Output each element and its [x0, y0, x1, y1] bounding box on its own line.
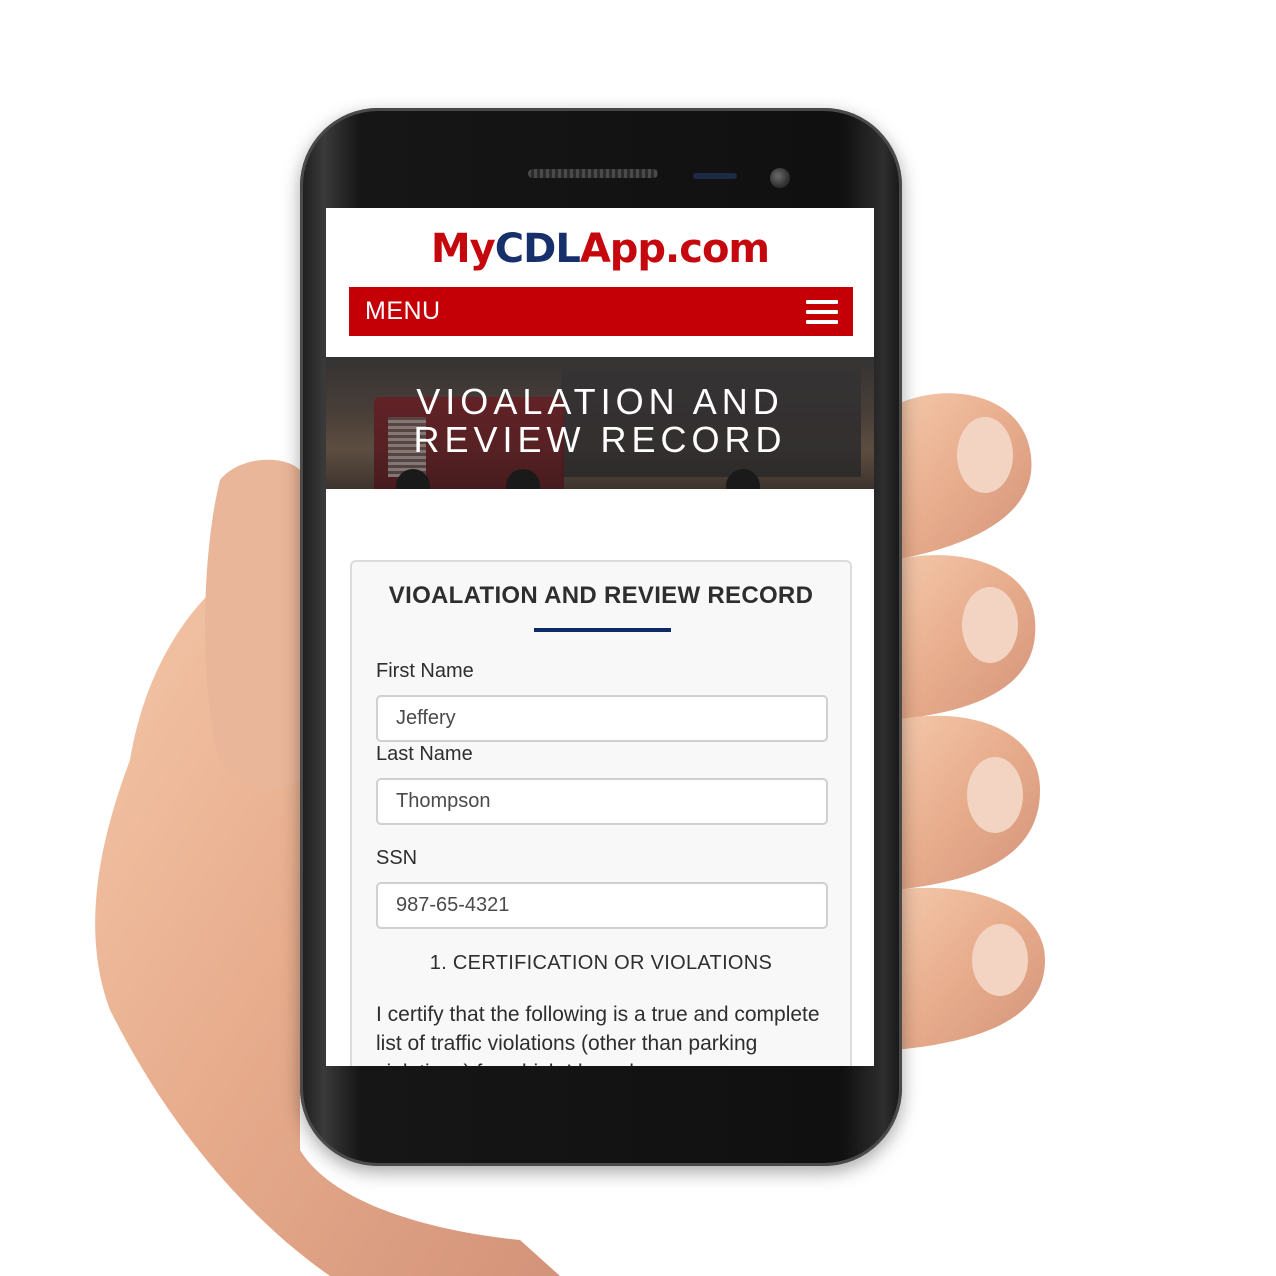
- speaker-grille: [528, 169, 658, 178]
- logo-part-cdl: CDL: [494, 226, 581, 272]
- hamburger-icon[interactable]: [806, 299, 838, 324]
- form-title: VIOALATION AND REVIEW RECORD: [388, 582, 814, 609]
- hero-title-line2: REVIEW RECORD: [413, 419, 787, 460]
- first-name-input[interactable]: [376, 695, 828, 742]
- logo-part-my: My: [430, 226, 496, 272]
- hero-banner: VIOALATION AND REVIEW RECORD: [326, 357, 874, 489]
- menu-label: MENU: [365, 297, 441, 325]
- title-underline: [534, 628, 671, 632]
- last-name-input[interactable]: [376, 778, 828, 825]
- hero-title-line1: VIOALATION AND: [416, 381, 784, 422]
- last-name-label: Last Name: [376, 743, 473, 765]
- section-heading: 1. CERTIFICATION OR VIOLATIONS: [429, 952, 773, 974]
- logo-part-app: App.com: [579, 226, 770, 272]
- front-camera: [770, 168, 790, 188]
- menu-bar[interactable]: MENU: [349, 287, 853, 336]
- certification-text: I certify that the following is a true a…: [376, 1003, 820, 1066]
- proximity-sensor: [693, 173, 737, 179]
- first-name-label: First Name: [376, 660, 474, 682]
- hero-title: VIOALATION AND REVIEW RECORD: [326, 383, 874, 459]
- ssn-label: SSN: [376, 847, 418, 869]
- phone-screen: MyCDLApp.com MENU VIOALATION AND REVIEW …: [326, 208, 874, 1066]
- site-logo[interactable]: MyCDLApp.com: [326, 226, 874, 272]
- form-card: VIOALATION AND REVIEW RECORD First Name …: [350, 560, 852, 1066]
- ssn-input[interactable]: [376, 882, 828, 929]
